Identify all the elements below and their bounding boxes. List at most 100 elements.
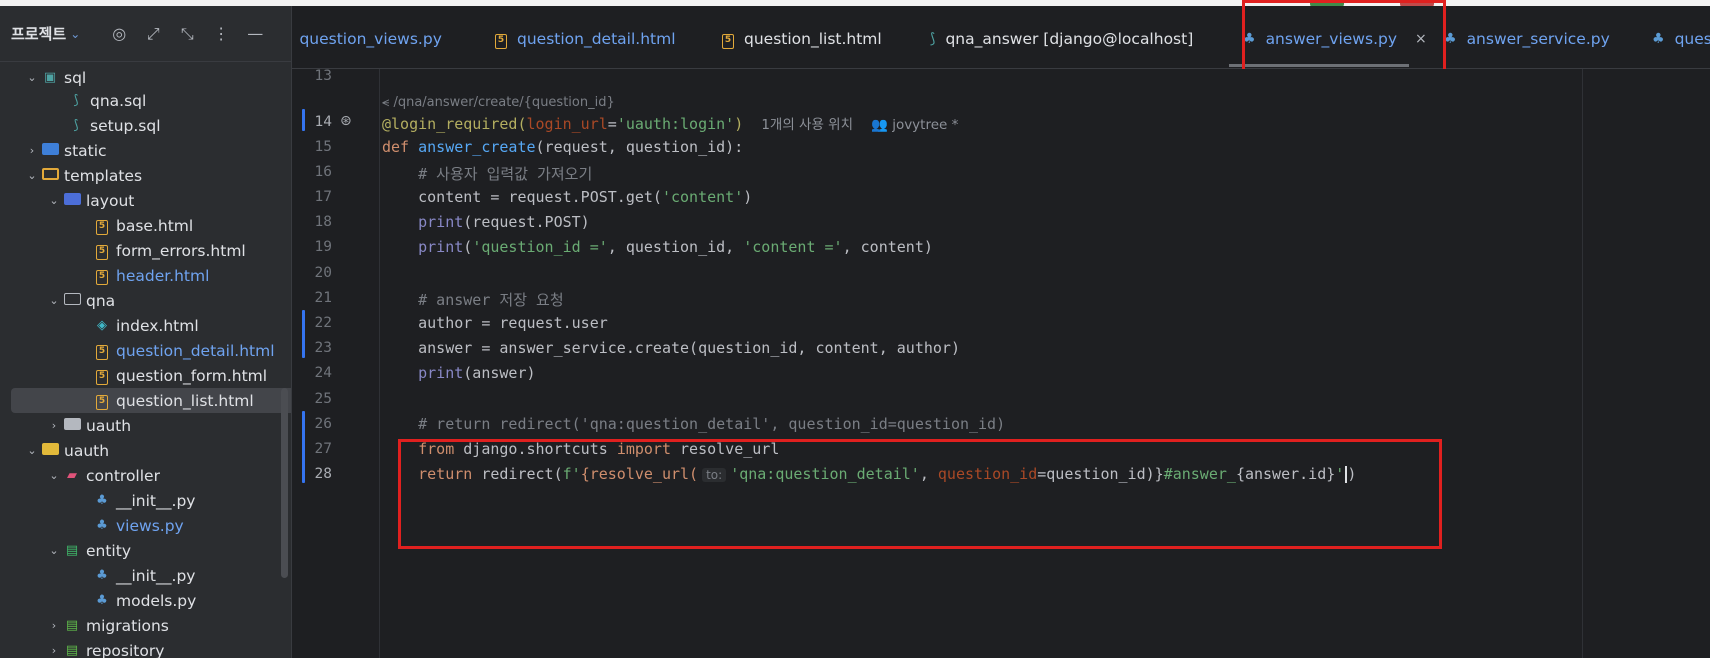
tree-item-question-list-html[interactable]: 5 question_list.html (11, 388, 291, 413)
tree-item-label: question_form.html (116, 366, 268, 385)
tree-item-form-errors-html[interactable]: 5 form_errors.html (0, 238, 291, 263)
tree-item-label: qna (86, 291, 116, 310)
line-number: 25 (314, 391, 332, 407)
code-line-16: # 사용자 입력값 가져오기 (382, 165, 593, 183)
tree-item-entity-init-py[interactable]: ♣ __init__.py (0, 563, 291, 588)
expand-all-icon[interactable]: ⤢ (144, 24, 162, 44)
tree-item-uauth-templates[interactable]: › uauth (0, 413, 291, 438)
line-number: 22 (314, 315, 332, 331)
tree-item-qna-sql[interactable]: ⟆ qna.sql (0, 88, 291, 113)
tree-item-label: form_errors.html (116, 241, 246, 260)
html-file-icon: 5 (92, 242, 112, 260)
gutter-divider (379, 69, 380, 658)
tree-item-label: __init__.py (116, 566, 196, 585)
tree-item-migrations[interactable]: › ▤ migrations (0, 613, 291, 638)
html-file-icon: 5 (92, 367, 112, 385)
tree-item-header-html[interactable]: 5 header.html (0, 263, 291, 288)
tree-item-index-html[interactable]: ◈ index.html (0, 313, 291, 338)
tab-answer-service-py[interactable]: ♣ answer_service.py (1444, 28, 1610, 50)
line-number: 20 (314, 265, 332, 281)
chevron-down-icon[interactable]: ⌄ (46, 294, 62, 307)
tab-label: answer_service.py (1466, 30, 1610, 48)
tree-item-controller[interactable]: ⌄ ▰ controller (0, 463, 291, 488)
tree-item-label: question_list.html (116, 391, 254, 410)
controller-folder-icon: ▰ (67, 468, 77, 483)
collapse-all-icon[interactable]: ⤡ (178, 24, 196, 44)
code-editor[interactable]: 13 ⪪ /qna/answer/create/{question_id} 14… (292, 68, 1710, 658)
chevron-down-icon[interactable]: ⌄ (24, 169, 40, 182)
code-line-26: # return redirect('qna:question_detail',… (382, 415, 1006, 433)
tree-item-entity[interactable]: ⌄ ▤ entity (0, 538, 291, 563)
chevron-down-icon[interactable]: ⌄ (46, 194, 62, 207)
tree-item-qna[interactable]: ⌄ qna (0, 288, 291, 313)
project-panel-header: 프로젝트 ⌄ ◎ ⤢ ⤡ ⋮ — (0, 6, 291, 62)
highlight-box-active-tab (1242, 0, 1446, 72)
html-file-icon: 5 (92, 217, 112, 235)
line-number: 18 (314, 214, 332, 230)
tab-label: question_list.html (744, 30, 882, 48)
tree-item-repository[interactable]: › ▤ repository (0, 638, 291, 658)
html-file-icon: 5 (92, 267, 112, 285)
tab-question-detail-html[interactable]: 5 question_detail.html (495, 28, 676, 50)
tree-item-question-detail-html[interactable]: 5 question_detail.html (0, 338, 291, 363)
tree-item-models-py[interactable]: ♣ models.py (0, 588, 291, 613)
code-line-24: print(answer) (418, 364, 536, 382)
tree-item-layout[interactable]: ⌄ layout (0, 188, 291, 213)
chevron-down-icon[interactable]: ⌄ (70, 27, 80, 41)
tree-item-label: entity (86, 541, 131, 560)
static-folder-icon (40, 142, 60, 159)
line-number: 27 (314, 441, 332, 457)
tree-item-question-form-html[interactable]: 5 question_form.html (0, 363, 291, 388)
tab-ques-py[interactable]: ♣ ques (1652, 28, 1710, 50)
tree-item-views-py[interactable]: ♣ views.py (0, 513, 291, 538)
tree-item-label: sql (64, 68, 87, 87)
chevron-down-icon[interactable]: ⌄ (24, 444, 40, 457)
code-line-18: print(request.POST) (418, 213, 590, 231)
line-number: 13 (314, 68, 332, 84)
chevron-right-icon[interactable]: › (46, 619, 62, 632)
project-sidebar: 프로젝트 ⌄ ◎ ⤢ ⤡ ⋮ — ⌄ ▣ sql ⟆ qna.sql ⟆ set… (0, 6, 292, 658)
line-number: 24 (314, 365, 332, 381)
tree-item-label: controller (86, 466, 160, 485)
project-title[interactable]: 프로젝트 (11, 23, 66, 44)
target-icon[interactable]: ◎ (110, 24, 128, 43)
code-line-22: author = request.user (382, 314, 608, 332)
author-hint[interactable]: 👥 jovytree * (871, 117, 958, 133)
tree-item-base-html[interactable]: 5 base.html (0, 213, 291, 238)
chevron-right-icon[interactable]: › (46, 644, 62, 657)
endpoint-inlay-hint[interactable]: ⪪ /qna/answer/create/{question_id} (382, 95, 615, 110)
html-file-icon: 5 (92, 392, 112, 410)
chevron-right-icon[interactable]: › (24, 144, 40, 157)
minimize-icon[interactable]: — (246, 24, 264, 43)
tree-item-controller-init-py[interactable]: ♣ __init__.py (0, 488, 291, 513)
tree-item-label: uauth (64, 441, 110, 460)
tab-qna-answer-sql[interactable]: ⟆ qna_answer [django@localhost] (930, 28, 1193, 50)
tree-item-sql[interactable]: ⌄ ▣ sql (0, 65, 291, 90)
tree-item-static[interactable]: › static (0, 138, 291, 163)
tree-item-uauth[interactable]: ⌄ uauth (0, 438, 291, 463)
python-file-icon: ♣ (96, 593, 108, 608)
chevron-down-icon[interactable]: ⌄ (24, 71, 40, 84)
tree-item-templates[interactable]: ⌄ templates (0, 163, 291, 188)
editor-tab-bar: ⁾ question_views.py 5 question_detail.ht… (292, 6, 1710, 69)
line-number: 16 (314, 164, 332, 180)
code-line-23: answer = answer_service.create(question_… (382, 339, 960, 357)
tree-item-setup-sql[interactable]: ⟆ setup.sql (0, 113, 291, 138)
python-file-icon: ♣ (1652, 31, 1665, 47)
more-options-icon[interactable]: ⋮ (212, 24, 230, 43)
code-line-14: @login_required(login_url='uauth:login')… (382, 115, 959, 133)
tree-item-label: static (64, 141, 107, 160)
tab-label: question_detail.html (517, 30, 676, 48)
html-file-icon: 5 (92, 342, 112, 360)
endpoint-gutter-icon[interactable]: ⊛ (340, 113, 352, 129)
layout-folder-icon (62, 192, 82, 209)
usage-hint[interactable]: 1개의 사용 위치 (761, 117, 853, 133)
entity-folder-icon: ▤ (65, 543, 79, 558)
tab-question-views-py[interactable]: ⁾ question_views.py (292, 28, 441, 50)
tab-question-list-html[interactable]: 5 question_list.html (722, 28, 882, 50)
line-number: 21 (314, 290, 332, 306)
sidebar-scrollbar[interactable] (281, 388, 288, 578)
chevron-down-icon[interactable]: ⌄ (46, 469, 62, 482)
chevron-down-icon[interactable]: ⌄ (46, 544, 62, 557)
chevron-right-icon[interactable]: › (46, 419, 62, 432)
